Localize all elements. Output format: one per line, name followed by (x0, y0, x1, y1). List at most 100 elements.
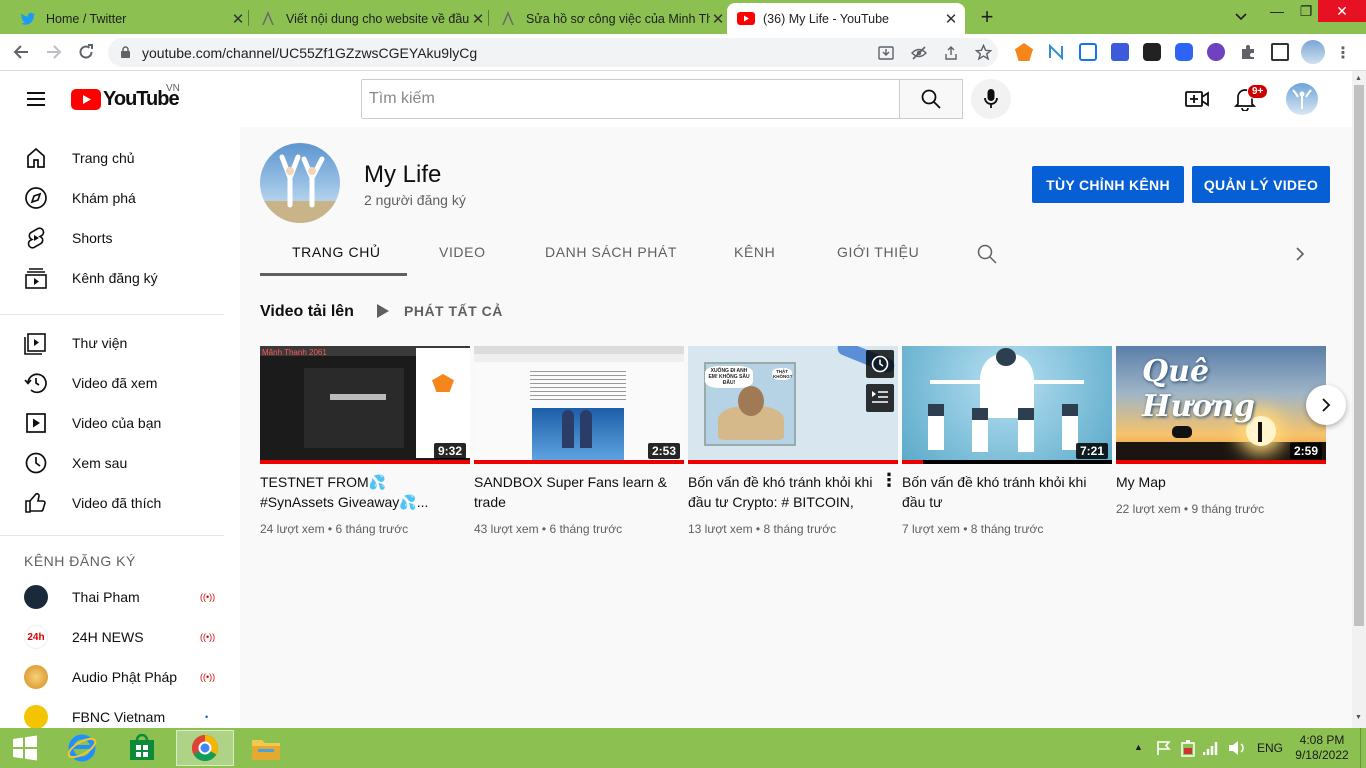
close-window-button[interactable]: ✕ (1318, 0, 1366, 22)
channel-search-icon[interactable] (977, 244, 997, 264)
sidebar-item-history[interactable]: Video đã xem (0, 363, 240, 403)
video-options-icon[interactable]: ⋮ (880, 470, 898, 491)
sidebar-item-home[interactable]: Trang chủ (0, 138, 240, 178)
browser-tab-content[interactable]: Viết nội dung cho website về đầu ✕ (250, 3, 486, 34)
show-hidden-icons[interactable]: ▲ (1134, 742, 1143, 752)
close-tab-icon[interactable]: ✕ (710, 10, 726, 28)
video-thumbnail[interactable]: 2:53 (474, 346, 684, 464)
subscription-item[interactable]: FBNC Vietnam • (0, 697, 240, 728)
tab-videos[interactable]: VIDEO (439, 244, 486, 260)
show-desktop-button[interactable] (1360, 728, 1366, 768)
clock[interactable]: 4:08 PM 9/18/2022 (1294, 733, 1350, 763)
flag-icon[interactable] (1156, 740, 1172, 756)
close-tab-icon[interactable]: ✕ (943, 10, 959, 28)
taskbar-file-explorer[interactable] (238, 730, 294, 766)
video-thumbnail[interactable]: Quê Hương 2:59 (1116, 346, 1326, 464)
input-language[interactable]: ENG (1257, 741, 1283, 755)
sidebar-item-your-videos[interactable]: Video của bạn (0, 403, 240, 443)
start-button[interactable] (0, 730, 50, 766)
sidebar-item-subscriptions[interactable]: Kênh đăng ký (0, 258, 240, 298)
video-age: 6 tháng trước (335, 522, 409, 536)
puzzle-extensions-icon[interactable] (1239, 43, 1257, 61)
account-avatar[interactable] (1286, 83, 1318, 115)
sidebar-item-liked[interactable]: Video đã thích (0, 483, 240, 523)
address-bar[interactable]: youtube.com/channel/UC55Zf1GZzwsCGEYAku9… (108, 38, 998, 67)
video-title[interactable]: Bốn vấn đề khó tránh khỏi khi đầu tư (902, 472, 1102, 512)
page-scrollbar[interactable]: ▲ ▼ (1352, 71, 1366, 728)
watch-later-overlay-button[interactable] (866, 350, 894, 378)
tab-home[interactable]: TRANG CHỦ (292, 244, 381, 260)
tabs-scroll-right-icon[interactable] (1295, 246, 1305, 262)
video-thumbnail[interactable]: XUỐNG ĐI ANH EM! KHÔNG SÂU ĐÂU! THẬT KHÔ… (688, 346, 898, 464)
power-icon[interactable] (1180, 739, 1196, 757)
create-video-button[interactable] (1185, 88, 1209, 110)
scroll-up-arrow-icon[interactable]: ▲ (1355, 75, 1362, 82)
minimize-button[interactable]: — (1260, 0, 1294, 22)
kebab-menu-icon[interactable]: ⋮ (1335, 43, 1351, 62)
sidebar-item-shorts[interactable]: Shorts (0, 218, 240, 258)
like-icon (24, 491, 48, 515)
n-extension-icon[interactable] (1047, 43, 1065, 61)
subscription-item[interactable]: Thai Pham ((•)) (0, 577, 240, 617)
hamburger-menu-icon[interactable] (24, 87, 48, 111)
network-signal-icon[interactable] (1203, 740, 1219, 756)
search-input[interactable] (362, 80, 900, 118)
video-title[interactable]: SANDBOX Super Fans learn & trade (474, 472, 674, 512)
sidebar-item-library[interactable]: Thư viện (0, 323, 240, 363)
youtube-logo[interactable]: YouTube VN (71, 83, 180, 111)
scrollbar-thumb[interactable] (1354, 85, 1364, 626)
reload-button[interactable] (75, 41, 97, 63)
video-title[interactable]: My Map (1116, 472, 1316, 492)
video-title[interactable]: TESTNET FROM💦 #SynAssets Giveaway💦... (260, 472, 460, 512)
doc-extension-icon[interactable] (1079, 43, 1097, 61)
video-thumbnail[interactable]: Mãnh Thanh 2061 9:32 (260, 346, 470, 464)
taskbar-store[interactable] (114, 730, 170, 766)
close-tab-icon[interactable]: ✕ (470, 10, 486, 28)
video-title[interactable]: Bốn vấn đề khó tránh khỏi khi đầu tư Cry… (688, 472, 874, 512)
tab-channels[interactable]: KÊNH (734, 244, 775, 260)
close-tab-icon[interactable]: ✕ (230, 10, 246, 28)
browser-tab-profile[interactable]: Sửa hồ sơ công việc của Minh Th ✕ (490, 3, 726, 34)
taskbar-ie[interactable] (54, 730, 110, 766)
tab-about[interactable]: GIỚI THIỆU (837, 244, 919, 260)
browser-tab-twitter[interactable]: Home / Twitter ✕ (10, 3, 246, 34)
back-button[interactable] (10, 41, 32, 63)
metamask-extension-icon[interactable] (1015, 43, 1033, 61)
restore-button[interactable]: ❐ (1294, 0, 1318, 22)
circle-extension-icon[interactable] (1207, 43, 1225, 61)
search-button[interactable] (899, 79, 963, 119)
play-all-button[interactable]: PHÁT TẤT CẢ (376, 303, 503, 319)
new-tab-button[interactable]: + (976, 0, 998, 34)
sidebar-item-explore[interactable]: Khám phá (0, 178, 240, 218)
video-meta: 7 lượt xem • 8 tháng trước (902, 522, 1044, 536)
notifications-button[interactable]: 9+ (1234, 84, 1269, 111)
browser-tab-youtube[interactable]: (36) My Life - YouTube ✕ (727, 3, 965, 34)
windows-taskbar: ▲ ENG 4:08 PM 9/18/2022 (0, 728, 1366, 768)
eye-off-icon[interactable] (911, 45, 927, 61)
shelf-next-button[interactable] (1306, 385, 1346, 425)
subscriptions-icon (24, 266, 48, 290)
tab-search-chevron-icon[interactable] (1230, 0, 1252, 34)
wallet-extension-icon[interactable] (1143, 43, 1161, 61)
customize-channel-button[interactable]: TÙY CHỈNH KÊNH (1032, 166, 1184, 203)
chat-extension-icon[interactable] (1175, 43, 1193, 61)
subscription-item[interactable]: 24h 24H NEWS ((•)) (0, 617, 240, 657)
video-thumbnail[interactable]: 7:21 (902, 346, 1112, 464)
scroll-down-arrow-icon[interactable]: ▼ (1355, 714, 1362, 721)
bookmark-star-icon[interactable] (975, 44, 992, 61)
profile-avatar[interactable] (1301, 40, 1325, 64)
taskbar-chrome[interactable] (176, 730, 234, 766)
microphone-button[interactable] (971, 79, 1011, 119)
forward-button[interactable] (43, 41, 65, 63)
volume-icon[interactable] (1228, 740, 1246, 756)
sidebar-item-watch-later[interactable]: Xem sau (0, 443, 240, 483)
uploads-heading[interactable]: Video tải lên (260, 303, 354, 321)
side-panel-icon[interactable] (1271, 43, 1289, 61)
chart-extension-icon[interactable] (1111, 43, 1129, 61)
add-to-queue-overlay-button[interactable] (866, 384, 894, 412)
manage-videos-button[interactable]: QUẢN LÝ VIDEO (1192, 166, 1330, 203)
subscription-item[interactable]: Audio Phật Pháp ((•)) (0, 657, 240, 697)
share-icon[interactable] (943, 45, 959, 61)
install-icon[interactable] (878, 45, 894, 61)
tab-playlists[interactable]: DANH SÁCH PHÁT (545, 244, 677, 260)
